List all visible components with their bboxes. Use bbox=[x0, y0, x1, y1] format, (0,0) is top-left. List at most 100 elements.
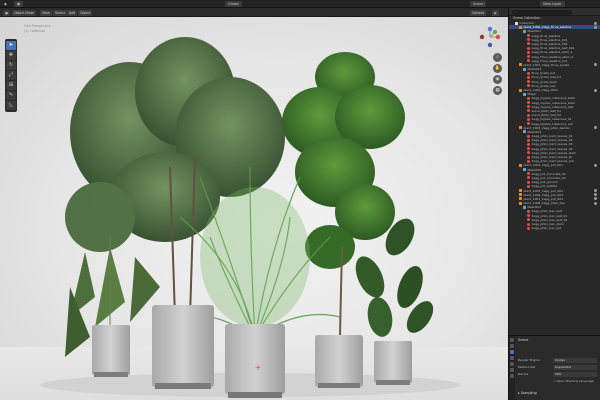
pot-2 bbox=[152, 305, 214, 389]
editor-type-button[interactable]: ▦ bbox=[14, 1, 24, 7]
mat-icon bbox=[527, 105, 530, 109]
mat-icon bbox=[527, 50, 530, 54]
blender-logo-icon[interactable]: ◆ bbox=[4, 1, 7, 7]
scene-tab-icon[interactable] bbox=[510, 350, 514, 354]
obj-icon bbox=[519, 201, 522, 205]
world-tab-icon[interactable] bbox=[510, 356, 514, 360]
mat-icon bbox=[527, 172, 530, 176]
viewport-header: ▣ Object Mode View Select Add Object Opt… bbox=[0, 8, 508, 17]
visibility-eye-icon[interactable] bbox=[594, 189, 597, 193]
view-layer-select[interactable]: View Layer bbox=[540, 1, 565, 7]
transform-orientation-select[interactable]: Global bbox=[225, 1, 242, 7]
mat-icon bbox=[527, 59, 530, 63]
menu-object[interactable]: Object bbox=[78, 9, 93, 16]
mat-icon bbox=[527, 159, 530, 163]
properties-section-title: Scene bbox=[518, 338, 529, 342]
osl-checkbox[interactable]: ☐ Open Shading Language bbox=[553, 379, 594, 384]
options-button[interactable]: Options bbox=[470, 9, 487, 16]
mat-icon bbox=[527, 138, 530, 142]
properties-tabs bbox=[509, 336, 515, 400]
outliner-tree: Collection plant_1000_2agg_Ficus_elastica… bbox=[509, 21, 600, 230]
editor-type-icon[interactable]: ▣ bbox=[3, 9, 11, 16]
render-engine-label: Render Engine bbox=[518, 358, 540, 362]
mat-icon bbox=[527, 38, 530, 42]
tool-shelf: ➤ ✥ ↻ ⤢ ⊞ ✎ ◺ bbox=[5, 39, 17, 112]
plants-render: + bbox=[40, 37, 460, 398]
transform-tool-icon[interactable]: ⊞ bbox=[6, 81, 16, 90]
mesh-icon bbox=[523, 29, 526, 33]
object-tab-icon[interactable] bbox=[510, 362, 514, 366]
cursor-tool-icon[interactable]: ➤ bbox=[6, 41, 16, 50]
navigation-gizmo[interactable] bbox=[478, 25, 502, 49]
mat-icon bbox=[527, 122, 530, 125]
obj-icon bbox=[519, 25, 522, 29]
mat-icon bbox=[527, 180, 530, 184]
3d-viewport[interactable]: User Perspective (1) Collection + ➤ ✥ ↻ … bbox=[0, 17, 508, 400]
properties-panel: Scene Render Engine Cycles Feature Set S… bbox=[508, 335, 600, 400]
mat-icon bbox=[527, 218, 530, 222]
outliner-search-input[interactable]: ⌕ bbox=[512, 9, 572, 15]
menu-select[interactable]: Select bbox=[53, 9, 67, 16]
pan-hand-icon[interactable]: ✋ bbox=[493, 64, 502, 73]
render-tab-icon[interactable] bbox=[510, 344, 514, 348]
mat-icon bbox=[527, 109, 530, 113]
mesh-icon bbox=[523, 205, 526, 209]
annotate-tool-icon[interactable]: ✎ bbox=[6, 91, 16, 100]
menu-add[interactable]: Add bbox=[67, 9, 78, 16]
outliner-row-label: 2agg_philo_bao_pot bbox=[531, 226, 562, 231]
mat-icon bbox=[527, 101, 530, 105]
mat-icon bbox=[527, 214, 530, 218]
move-tool-icon[interactable]: ✥ bbox=[6, 51, 16, 60]
obj-icon bbox=[519, 193, 522, 197]
mesh-icon bbox=[523, 67, 526, 71]
visibility-eye-icon[interactable] bbox=[594, 88, 597, 92]
sampling-label: Sampling bbox=[520, 391, 537, 395]
mat-icon bbox=[527, 42, 530, 46]
modifier-tab-icon[interactable] bbox=[510, 368, 514, 372]
mode-select[interactable]: Object Mode bbox=[12, 9, 37, 16]
camera-icon[interactable]: ◉ bbox=[493, 75, 502, 84]
menu-view[interactable]: View bbox=[40, 9, 52, 16]
mat-icon bbox=[527, 151, 530, 155]
visibility-eye-icon[interactable] bbox=[594, 25, 597, 29]
zoom-icon[interactable]: ⌕ bbox=[493, 53, 502, 62]
material-tab-icon[interactable] bbox=[510, 374, 514, 378]
measure-tool-icon[interactable]: ◺ bbox=[6, 101, 16, 110]
mesh-icon bbox=[523, 92, 526, 96]
visibility-eye-icon[interactable] bbox=[594, 21, 597, 25]
outliner-row[interactable]: 2agg_philo_bao_pot bbox=[509, 226, 600, 230]
mat-icon bbox=[527, 226, 530, 230]
sampling-panel-header[interactable]: ▸ Sampling bbox=[518, 391, 537, 395]
rotate-tool-icon[interactable]: ↻ bbox=[6, 61, 16, 70]
visibility-eye-icon[interactable] bbox=[594, 63, 597, 67]
grid-icon[interactable]: ▦ bbox=[493, 86, 502, 95]
obj-icon bbox=[519, 197, 522, 201]
mat-icon bbox=[527, 84, 530, 88]
visibility-eye-icon[interactable] bbox=[594, 193, 597, 197]
mat-icon bbox=[527, 113, 530, 117]
mat-icon bbox=[527, 209, 530, 213]
visibility-eye-icon[interactable] bbox=[594, 197, 597, 201]
mat-icon bbox=[527, 96, 530, 100]
mat-icon bbox=[527, 80, 530, 84]
feature-set-label: Feature Set bbox=[518, 365, 536, 369]
visibility-eye-icon[interactable] bbox=[594, 126, 597, 130]
device-select[interactable]: CPU bbox=[553, 372, 597, 377]
pot-3: + bbox=[225, 324, 285, 398]
feature-set-select[interactable]: Supported bbox=[553, 365, 597, 370]
mat-icon bbox=[527, 71, 530, 75]
osl-label: Open Shading Language bbox=[556, 379, 594, 383]
outliner-header: ⌕ bbox=[509, 8, 600, 16]
visibility-eye-icon[interactable] bbox=[594, 201, 597, 205]
pot-5 bbox=[374, 341, 412, 385]
tool-tab-icon[interactable] bbox=[510, 338, 514, 342]
render-engine-select[interactable]: Cycles bbox=[553, 358, 597, 363]
scale-tool-icon[interactable]: ⤢ bbox=[6, 71, 16, 80]
visibility-eye-icon[interactable] bbox=[594, 163, 597, 167]
top-bar: ◆ ▦ Global Scene View Layer bbox=[0, 0, 600, 8]
pot-4 bbox=[315, 335, 363, 388]
scene-select[interactable]: Scene bbox=[470, 1, 487, 7]
mat-icon bbox=[527, 147, 530, 151]
obj-icon bbox=[519, 189, 522, 192]
shading-button[interactable]: ◐ bbox=[492, 9, 499, 16]
